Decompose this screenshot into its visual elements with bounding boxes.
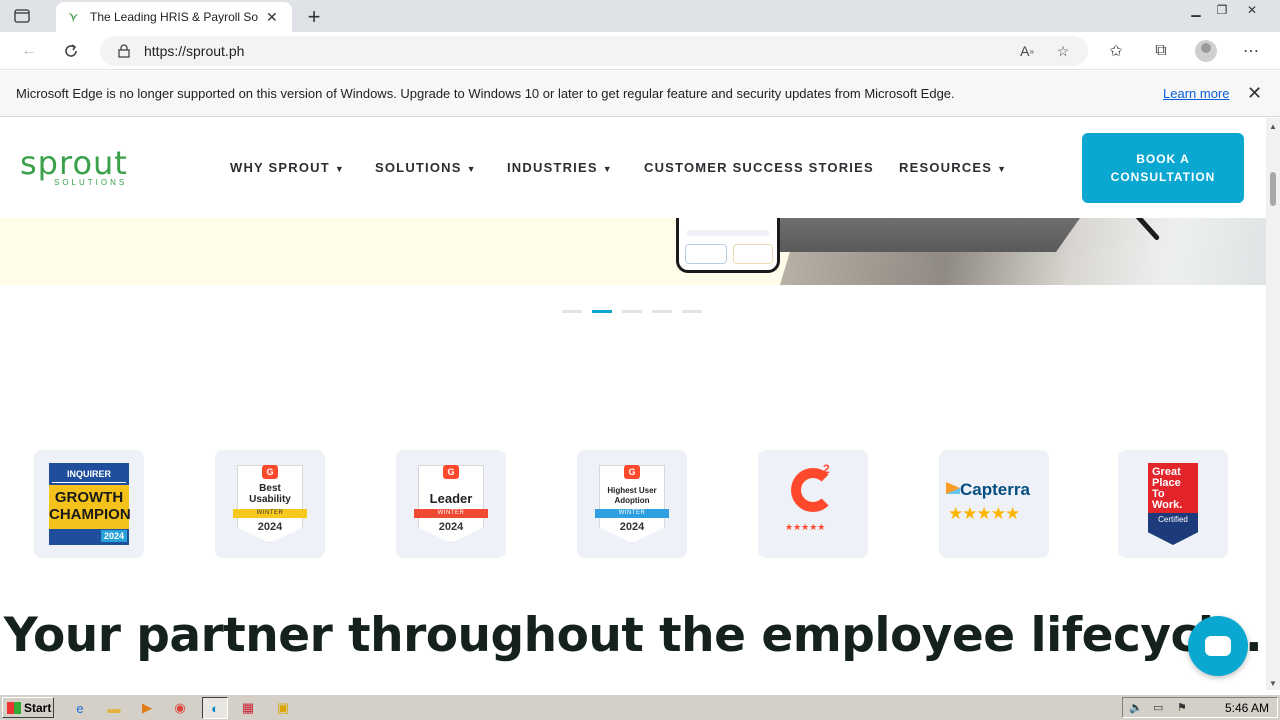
badge-g2-highest-user-adoption: G Highest User Adoption WINTER 2024 xyxy=(577,450,687,558)
add-favorite-icon[interactable]: ☆ xyxy=(1054,43,1072,59)
badge-g2-leader: G Leader WINTER 2024 xyxy=(396,450,506,558)
badge-great-place-to-work: Great Place To Work. Certified xyxy=(1118,450,1228,558)
app-grid-icon[interactable]: ▦ xyxy=(238,698,258,718)
g2-icon: G xyxy=(624,465,640,479)
badge-g2-rating: 2 ★★★★★ xyxy=(758,450,868,558)
window-close-button[interactable]: ✕ xyxy=(1240,0,1264,20)
book-consultation-button[interactable]: BOOK A CONSULTATION xyxy=(1082,133,1244,203)
more-menu-icon[interactable]: ⋯ xyxy=(1240,41,1262,61)
edge-icon[interactable]: ◐ xyxy=(202,697,228,719)
scrollbar-thumb[interactable] xyxy=(1270,172,1276,206)
carousel-dot[interactable] xyxy=(562,310,582,313)
address-field[interactable]: https://sprout.ph A» ☆ xyxy=(100,36,1088,66)
sprout-favicon-icon xyxy=(68,13,78,23)
badge-inquirer-growth-champion: INQUIRER GROWTH CHAMPION 2024 xyxy=(34,450,144,558)
capterra-logo-icon xyxy=(946,482,960,494)
carousel-dot[interactable] xyxy=(682,310,702,313)
start-button[interactable]: Start xyxy=(2,697,54,718)
profile-avatar[interactable] xyxy=(1195,40,1217,62)
page-viewport: sprout SOLUTIONS WHY SPROUT ▼ SOLUTIONS ▼ … xyxy=(0,118,1266,690)
browser-tab[interactable]: The Leading HRIS & Payroll Sof ✕ xyxy=(56,2,292,32)
nav-solutions[interactable]: SOLUTIONS ▼ xyxy=(375,160,477,175)
folder-icon[interactable]: ▬ xyxy=(104,698,124,718)
star-rating-icon: ★★★★★ xyxy=(785,522,826,532)
nav-resources[interactable]: RESOURCES ▼ xyxy=(899,160,1007,175)
nav-customer-success-stories[interactable]: CUSTOMER SUCCESS STORIES xyxy=(644,160,874,175)
favorites-icon[interactable]: ✩ xyxy=(1105,41,1127,61)
section-headline: Your partner throughout the employee lif… xyxy=(3,608,1263,663)
phone-mockup xyxy=(676,218,780,273)
network-icon[interactable]: ▭ xyxy=(1153,701,1163,714)
scroll-up-icon[interactable]: ▲ xyxy=(1269,122,1277,131)
carousel-dot-active[interactable] xyxy=(592,310,612,313)
page-scrollbar[interactable]: ▲ ▼ xyxy=(1266,118,1280,690)
chat-button[interactable] xyxy=(1188,616,1248,676)
collections-icon[interactable]: ⧉ xyxy=(1150,41,1172,61)
new-tab-button[interactable]: + xyxy=(302,4,326,30)
nav-why-sprout[interactable]: WHY SPROUT ▼ xyxy=(230,160,345,175)
learn-more-link[interactable]: Learn more xyxy=(1163,86,1229,101)
carousel-dot[interactable] xyxy=(622,310,642,313)
windows-logo-icon xyxy=(7,701,21,714)
info-close-button[interactable]: ✕ xyxy=(1247,83,1262,104)
chevron-down-icon: ▼ xyxy=(602,164,613,174)
site-header: sprout SOLUTIONS WHY SPROUT ▼ SOLUTIONS ▼ … xyxy=(0,118,1266,218)
url-text: https://sprout.ph xyxy=(144,43,245,59)
back-arrow-icon[interactable]: ← xyxy=(18,40,40,62)
clock: 5:46 AM xyxy=(1224,701,1269,715)
scroll-down-icon[interactable]: ▼ xyxy=(1269,679,1277,688)
read-aloud-icon[interactable]: A» xyxy=(1018,43,1036,59)
chat-icon xyxy=(1205,636,1231,656)
volume-icon[interactable]: 🔈 xyxy=(1129,701,1143,714)
lock-icon[interactable] xyxy=(118,44,130,58)
sprout-logo[interactable]: sprout SOLUTIONS xyxy=(20,144,135,194)
restore-button[interactable]: ❐ xyxy=(1210,0,1234,20)
browser-tab-bar: The Leading HRIS & Payroll Sof ✕ + ▁ ❐ ✕ xyxy=(0,0,1280,32)
media-player-icon[interactable]: ▶ xyxy=(137,698,157,718)
g2-icon: G xyxy=(443,465,459,479)
chevron-down-icon: ▼ xyxy=(334,164,345,174)
laptop-image xyxy=(780,218,1080,252)
badge-capterra: Capterra ★★★★★ xyxy=(939,450,1049,558)
windows-taskbar: Start e ▬ ▶ ◉ ◐ ▦ ▣ 🔈 ▭ ⚑ 5:46 AM xyxy=(0,694,1280,720)
nav-industries[interactable]: INDUSTRIES ▼ xyxy=(507,160,613,175)
tab-close-button[interactable]: ✕ xyxy=(266,9,278,26)
system-tray: 🔈 ▭ ⚑ 5:46 AM xyxy=(1122,697,1278,718)
flag-icon[interactable]: ⚑ xyxy=(1177,701,1187,714)
g2-icon: G xyxy=(262,465,278,479)
section-subtext-clipped xyxy=(280,686,980,690)
ie-icon[interactable]: e xyxy=(70,698,90,718)
chrome-icon[interactable]: ◉ xyxy=(170,698,190,718)
refresh-icon[interactable] xyxy=(60,40,82,62)
chevron-down-icon: ▼ xyxy=(466,164,477,174)
address-toolbar: ← https://sprout.ph A» ☆ ✩ ⧉ ⋯ xyxy=(0,32,1280,70)
info-message: Microsoft Edge is no longer supported on… xyxy=(16,86,955,101)
app-icon[interactable]: ▣ xyxy=(273,698,293,718)
tab-actions-icon[interactable] xyxy=(12,7,32,25)
chevron-down-icon: ▼ xyxy=(997,164,1008,174)
carousel-dot[interactable] xyxy=(652,310,672,313)
star-rating-icon: ★★★★★ xyxy=(948,504,1020,523)
minimize-button[interactable]: ▁ xyxy=(1184,0,1208,20)
badge-g2-best-usability: G Best Usability WINTER 2024 xyxy=(215,450,325,558)
tab-title: The Leading HRIS & Payroll Sof xyxy=(90,10,258,24)
unsupported-info-bar: Microsoft Edge is no longer supported on… xyxy=(0,71,1280,117)
